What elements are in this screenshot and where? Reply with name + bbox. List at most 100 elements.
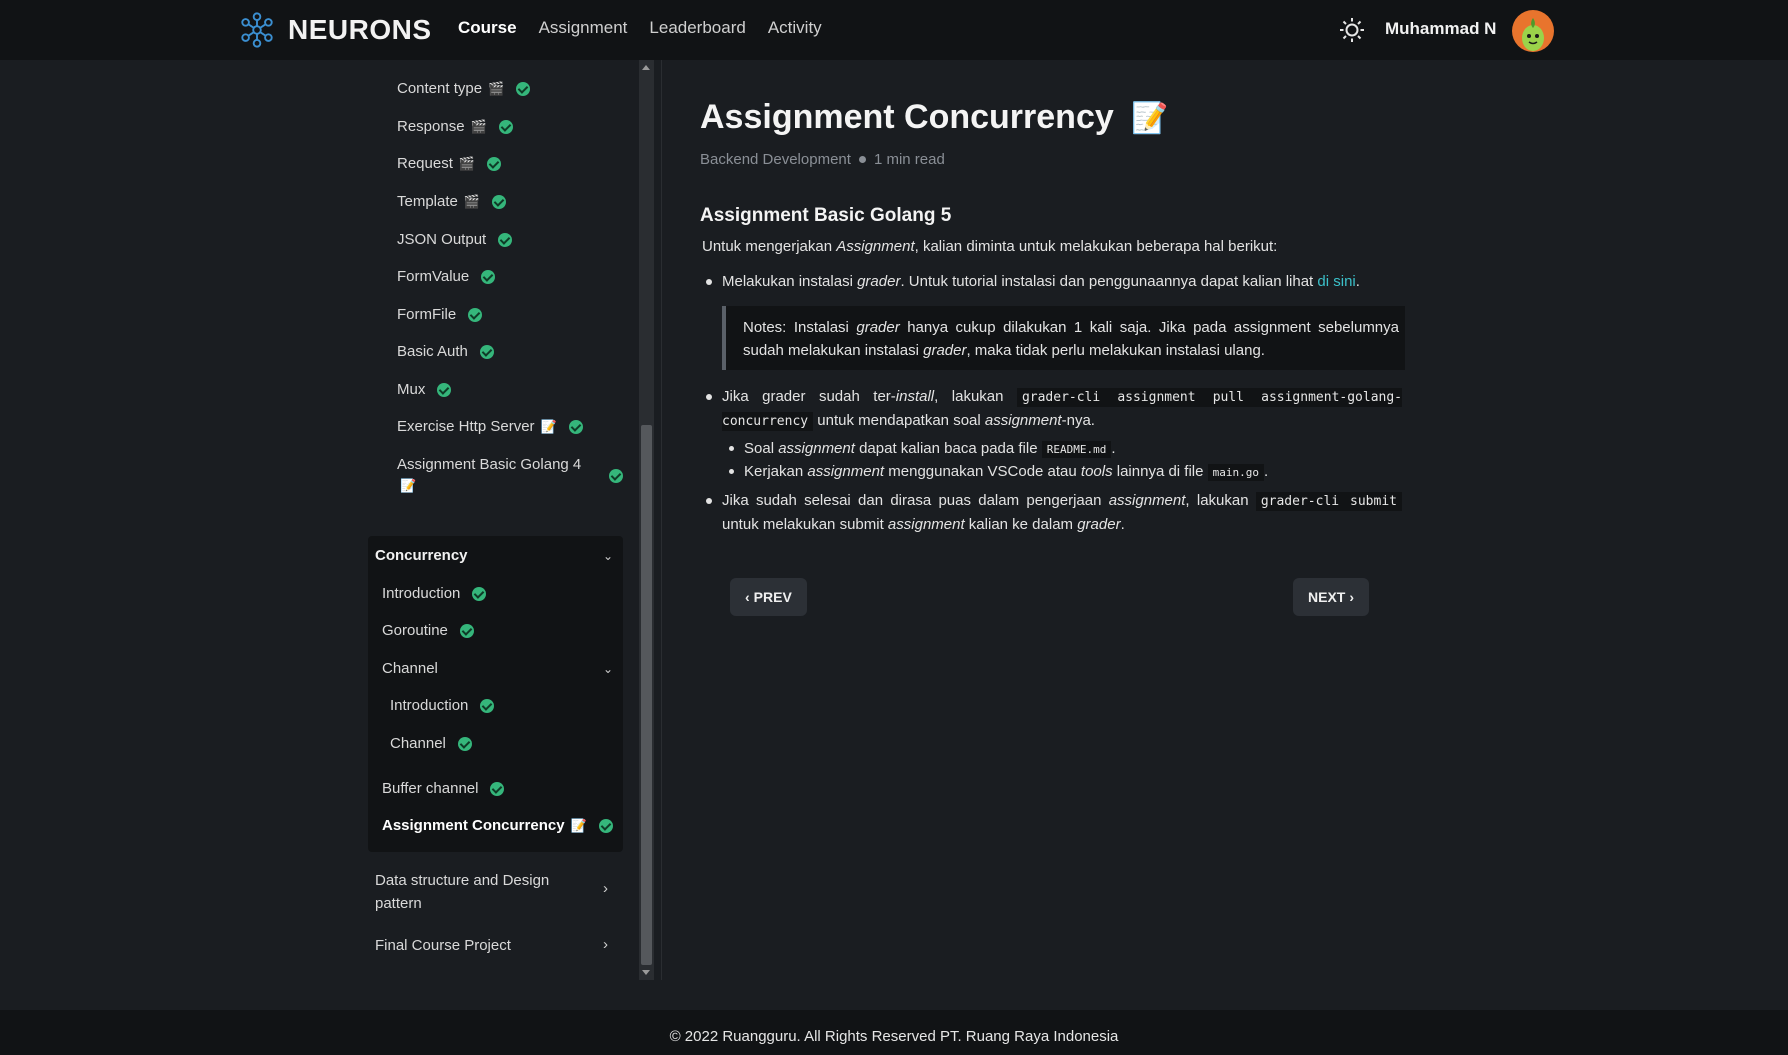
completed-check-icon xyxy=(472,586,487,601)
completed-check-icon xyxy=(480,698,495,713)
nav-leaderboard[interactable]: Leaderboard xyxy=(649,18,745,38)
page-title: Assignment Concurrency 📝 xyxy=(700,98,1169,137)
nav-assignment[interactable]: Assignment xyxy=(539,18,628,38)
text: Untuk mengerjakan xyxy=(702,238,837,255)
submit-command: grader-cli submit xyxy=(1255,492,1402,511)
sidebar-group-label: Channel xyxy=(382,660,438,677)
sidebar-item-channel[interactable]: Channel xyxy=(390,735,472,752)
brand[interactable]: NEURONS xyxy=(238,10,432,50)
page-title-text: Assignment Concurrency xyxy=(700,98,1114,136)
sidebar-item-label: JSON Output xyxy=(397,231,487,248)
text: assignment xyxy=(984,412,1062,429)
read-time: 1 min read xyxy=(873,151,945,168)
chevron-right-icon: › xyxy=(1349,589,1355,605)
chevron-right-icon[interactable]: › xyxy=(603,880,608,897)
scroll-up-arrow-icon[interactable] xyxy=(642,65,650,70)
sidebar-item-exercise-http-server[interactable]: Exercise Http Server 📝 xyxy=(397,418,583,435)
text: . xyxy=(1355,273,1360,290)
text: . xyxy=(1264,463,1269,480)
sidebar-subgroup-channel[interactable]: Channel xyxy=(382,660,438,677)
text: lainnya di file xyxy=(1112,463,1208,480)
separator-dot xyxy=(858,155,866,163)
sidebar-item-introduction[interactable]: Introduction xyxy=(382,585,487,602)
course-category: Backend Development xyxy=(700,151,851,168)
tutorial-link[interactable]: di sini xyxy=(1317,273,1355,290)
sidebar-item-mux[interactable]: Mux xyxy=(397,381,452,398)
text: menggunakan VSCode atau xyxy=(884,463,1081,480)
sidebar-item-label: Assignment Concurrency xyxy=(382,817,565,834)
avatar[interactable] xyxy=(1512,10,1554,52)
completed-check-icon xyxy=(598,818,613,833)
sidebar-item-basic-auth[interactable]: Basic Auth xyxy=(397,343,494,360)
scroll-down-arrow-icon[interactable] xyxy=(642,970,650,975)
chevron-down-icon[interactable]: ⌄ xyxy=(603,662,613,676)
text: tools xyxy=(1080,463,1113,480)
sidebar-item-label: Channel xyxy=(390,735,446,752)
scrollbar-thumb[interactable] xyxy=(641,425,652,965)
readme-filename: README.md xyxy=(1041,441,1112,458)
memo-icon: 📝 xyxy=(570,817,587,833)
user-name[interactable]: Muhammad N xyxy=(1385,19,1496,39)
sidebar-item-label: FormValue xyxy=(397,268,470,285)
video-icon: 🎬 xyxy=(470,118,487,134)
sidebar-item-buffer-channel[interactable]: Buffer channel xyxy=(382,780,505,797)
video-icon: 🎬 xyxy=(488,80,505,96)
notes-callout: Notes: Instalasi grader hanya cukup dila… xyxy=(722,306,1405,370)
sidebar-item-assignment-basic-golang-4[interactable]: Assignment Basic Golang 4 xyxy=(397,456,627,473)
main-nav: Course Assignment Leaderboard Activity xyxy=(458,18,822,38)
sidebar-item-label: Exercise Http Server xyxy=(397,418,535,435)
sidebar-item-formvalue[interactable]: FormValue xyxy=(397,268,496,285)
prev-label: PREV xyxy=(753,589,792,605)
sidebar-item-assignment-concurrency-active[interactable]: Assignment Concurrency 📝 xyxy=(382,817,613,834)
sidebar-item-label: Introduction xyxy=(390,697,469,714)
sidebar-item-json-output[interactable]: JSON Output xyxy=(397,231,513,248)
sidebar-group-data-structure[interactable]: Data structure and Design pattern xyxy=(375,869,575,915)
sidebar-item-label: Mux xyxy=(397,381,426,398)
text: assignment xyxy=(778,440,855,457)
prev-button[interactable]: ‹ PREV xyxy=(730,578,807,616)
sidebar-group-concurrency[interactable]: Concurrency xyxy=(375,547,468,564)
sidebar-item-label: Request xyxy=(397,155,453,172)
completed-check-icon xyxy=(492,194,507,209)
sidebar-item-content-type[interactable]: Content type 🎬 xyxy=(397,80,531,97)
chevron-down-icon[interactable]: ⌄ xyxy=(603,549,613,563)
sidebar-group-label: Final Course Project xyxy=(375,937,511,954)
completed-check-icon xyxy=(437,382,452,397)
text: grader xyxy=(1077,516,1121,533)
text: -nya. xyxy=(1061,412,1095,429)
sidebar-item-response[interactable]: Response 🎬 xyxy=(397,118,513,135)
chevron-right-icon[interactable]: › xyxy=(603,936,608,953)
sidebar-item-template[interactable]: Template 🎬 xyxy=(397,193,507,210)
next-label: NEXT xyxy=(1308,589,1346,605)
nav-activity[interactable]: Activity xyxy=(768,18,822,38)
instruction-bullet-2: Jika grader sudah ter-install, lakukan g… xyxy=(706,385,1403,433)
next-button[interactable]: NEXT › xyxy=(1293,578,1370,616)
instruction-bullet-3: Jika sudah selesai dan dirasa puas dalam… xyxy=(706,489,1402,536)
sidebar-item-label: FormFile xyxy=(397,306,457,323)
sidebar-item-goroutine[interactable]: Goroutine xyxy=(382,622,474,639)
text: . xyxy=(1120,516,1125,533)
neurons-logo-icon xyxy=(241,12,273,48)
sidebar-group-final-course-project[interactable]: Final Course Project xyxy=(375,937,511,954)
footer-copyright: © 2022 Ruangguru. All Rights Reserved PT… xyxy=(669,1028,1119,1045)
sidebar-group-label: Data structure and Design pattern xyxy=(375,872,550,912)
text: assignment xyxy=(887,516,965,533)
chevron-left-icon: ‹ xyxy=(745,589,750,605)
nav-course[interactable]: Course xyxy=(458,18,517,38)
concurrency-group xyxy=(368,536,623,852)
sidebar-item-label: Buffer channel xyxy=(382,780,479,797)
text: dapat kalian baca pada file xyxy=(854,440,1042,457)
sun-icon[interactable] xyxy=(1338,16,1366,44)
sidebar-scrollbar[interactable] xyxy=(639,60,654,980)
sidebar-item-channel-introduction[interactable]: Introduction xyxy=(390,697,495,714)
text: Jika grader sudah ter- xyxy=(722,388,896,405)
completed-check-icon xyxy=(457,736,472,751)
completed-check-icon xyxy=(498,232,513,247)
text: Jika sudah selesai dan dirasa puas dalam… xyxy=(722,492,1109,509)
completed-check-icon xyxy=(468,307,483,322)
completed-check-icon xyxy=(459,623,474,638)
memo-icon: 📝 xyxy=(1131,102,1169,135)
avatar-character-icon xyxy=(1522,18,1544,51)
sidebar-item-request[interactable]: Request 🎬 xyxy=(397,155,502,172)
sidebar-item-formfile[interactable]: FormFile xyxy=(397,306,483,323)
